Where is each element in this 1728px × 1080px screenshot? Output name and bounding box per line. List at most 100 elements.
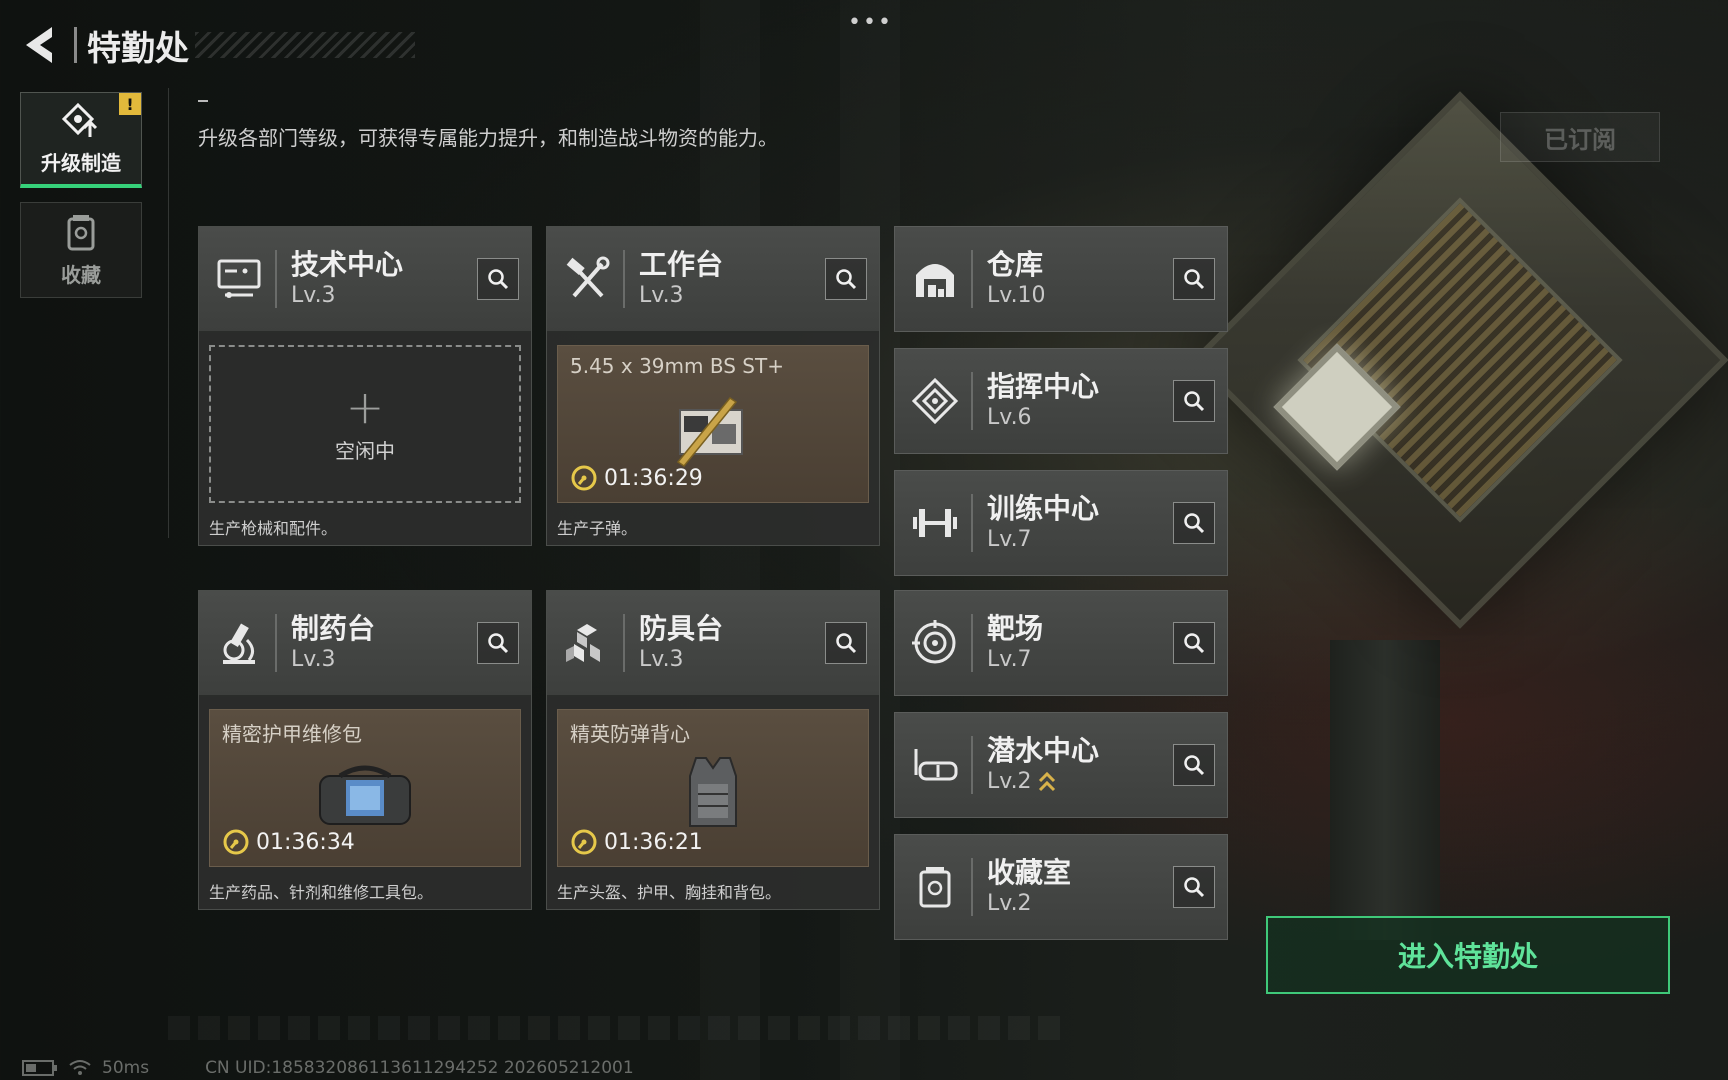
facility-warehouse[interactable]: 仓库 Lv.10 — [894, 226, 1228, 332]
facility-name: 潜水中心 — [987, 734, 1100, 767]
search-icon — [836, 633, 857, 654]
timer-icon — [571, 829, 597, 855]
ping-text: 50ms — [102, 1058, 150, 1078]
repair-kit-bag-icon — [310, 760, 420, 834]
wifi-icon — [69, 1060, 91, 1075]
facility-level: Lv.10 — [987, 282, 1173, 310]
production-slot[interactable]: 精英防弹背心 01:36:21 — [557, 709, 869, 867]
facility-command-center[interactable]: 指挥中心 Lv.6 — [894, 348, 1228, 454]
facility-name: 收藏室 — [987, 856, 1072, 889]
workstation-card-tech-center: 技术中心 Lv.3 + 空闲中 生产枪械和配件。 — [198, 226, 532, 546]
production-slot[interactable]: 5.45 x 39mm BS ST+ 01:36:29 — [557, 345, 869, 503]
facility-shooting-range[interactable]: 靶场 Lv.7 — [894, 590, 1228, 696]
card-body: + 空闲中 生产枪械和配件。 — [199, 333, 531, 545]
facility-names: 训练中心 Lv.7 — [987, 492, 1173, 554]
facility-collection-room[interactable]: 收藏室 Lv.2 — [894, 834, 1228, 940]
level-text: Lv.10 — [987, 283, 1046, 308]
workstation-description: 生产药品、针剂和维修工具包。 — [209, 883, 434, 902]
header-separator — [971, 736, 973, 794]
level-text: Lv.3 — [291, 647, 336, 672]
card-names: 制药台 Lv.3 — [291, 612, 477, 674]
header-separator — [275, 614, 277, 672]
level-text: Lv.7 — [987, 647, 1032, 672]
card-names: 防具台 Lv.3 — [639, 612, 825, 674]
inspect-button[interactable] — [477, 258, 519, 300]
card-header: 工作台 Lv.3 — [547, 227, 879, 333]
workstation-description: 生产头盔、护甲、胸挂和背包。 — [557, 883, 782, 902]
more-options-icon[interactable]: ••• — [848, 10, 893, 35]
inspect-button[interactable] — [825, 258, 867, 300]
armor-blocks-icon — [559, 615, 615, 671]
facility-names: 靶场 Lv.7 — [987, 612, 1173, 674]
level-text: Lv.3 — [639, 283, 684, 308]
inspect-button[interactable] — [477, 622, 519, 664]
workstation-level: Lv.3 — [291, 282, 477, 310]
workstation-card-workbench: 工作台 Lv.3 5.45 x 39mm BS ST+ 01:36:29 生产子… — [546, 226, 880, 546]
nav-label: 收藏 — [61, 262, 101, 287]
header-separator — [275, 250, 277, 308]
uid-text: CN UID:18583208611361129​4252 2026052120… — [205, 1058, 634, 1078]
bg-pillar — [1330, 640, 1440, 940]
level-text: Lv.3 — [639, 647, 684, 672]
back-arrow-icon — [26, 27, 52, 63]
nav-collection[interactable]: 收藏 — [20, 202, 142, 298]
card-body: 精英防弹背心 01:36:21 生产头盔、护甲、胸挂和背包。 — [547, 697, 879, 909]
back-button[interactable] — [20, 23, 60, 67]
product-name: 精英防弹背心 — [570, 722, 690, 746]
header: 特勤处 — [20, 20, 415, 70]
header-separator — [971, 372, 973, 430]
production-slot[interactable]: 精密护甲维修包 01:36:34 — [209, 709, 521, 867]
enter-hq-button[interactable]: 进入特勤处 — [1266, 916, 1670, 994]
facility-diving-center[interactable]: 潜水中心 Lv.2 — [894, 712, 1228, 818]
search-icon — [1184, 391, 1205, 412]
header-separator — [623, 250, 625, 308]
microscope-icon — [211, 615, 267, 671]
facility-names: 指挥中心 Lv.6 — [987, 370, 1173, 432]
intro-dash — [198, 100, 208, 102]
production-slot-empty[interactable]: + 空闲中 — [209, 345, 521, 503]
search-icon — [1184, 633, 1205, 654]
collection-icon — [67, 214, 95, 250]
card-header: 技术中心 Lv.3 — [199, 227, 531, 333]
facility-training-center[interactable]: 训练中心 Lv.7 — [894, 470, 1228, 576]
add-icon: + — [345, 379, 385, 434]
intro-text: 升级各部门等级，可获得专属能力提升，和制造战斗物资的能力。 — [198, 126, 778, 150]
inspect-button[interactable] — [1173, 866, 1215, 908]
inspect-button[interactable] — [1173, 258, 1215, 300]
ammo-box-icon — [668, 394, 758, 472]
product-name: 5.45 x 39mm BS ST+ — [570, 354, 784, 378]
search-icon — [1184, 513, 1205, 534]
card-body: 5.45 x 39mm BS ST+ 01:36:29 生产子弹。 — [547, 333, 879, 545]
workstation-level: Lv.3 — [291, 646, 477, 674]
workstation-description: 生产枪械和配件。 — [209, 519, 338, 538]
level-text: Lv.6 — [987, 405, 1032, 430]
facility-name: 靶场 — [987, 612, 1044, 645]
nav-divider — [168, 88, 169, 538]
search-icon — [1184, 269, 1205, 290]
workstation-name: 防具台 — [639, 612, 724, 645]
inspect-button[interactable] — [1173, 380, 1215, 422]
production-timer: 01:36:34 — [222, 828, 355, 856]
search-icon — [488, 269, 509, 290]
level-text: Lv.3 — [291, 283, 336, 308]
facility-names: 潜水中心 Lv.2 — [987, 734, 1173, 796]
facility-level: Lv.6 — [987, 404, 1173, 432]
inspect-button[interactable] — [1173, 502, 1215, 544]
nav-upgrade-craft[interactable]: ! 升级制造 — [20, 92, 142, 188]
collection-icon — [907, 859, 963, 915]
timer-text: 01:36:34 — [256, 829, 355, 855]
header-separator — [623, 614, 625, 672]
level-text: Lv.7 — [987, 527, 1032, 552]
inspect-button[interactable] — [1173, 622, 1215, 664]
search-icon — [836, 269, 857, 290]
card-names: 技术中心 Lv.3 — [291, 248, 477, 310]
inspect-button[interactable] — [1173, 744, 1215, 786]
nav-label: 升级制造 — [41, 151, 121, 175]
header-separator — [971, 494, 973, 552]
facility-level: Lv.7 — [987, 646, 1173, 674]
card-body: 精密护甲维修包 01:36:34 生产药品、针剂和维修工具包。 — [199, 697, 531, 909]
facility-level: Lv.2 — [987, 768, 1173, 796]
dumbbell-icon — [907, 495, 963, 551]
search-icon — [488, 633, 509, 654]
inspect-button[interactable] — [825, 622, 867, 664]
